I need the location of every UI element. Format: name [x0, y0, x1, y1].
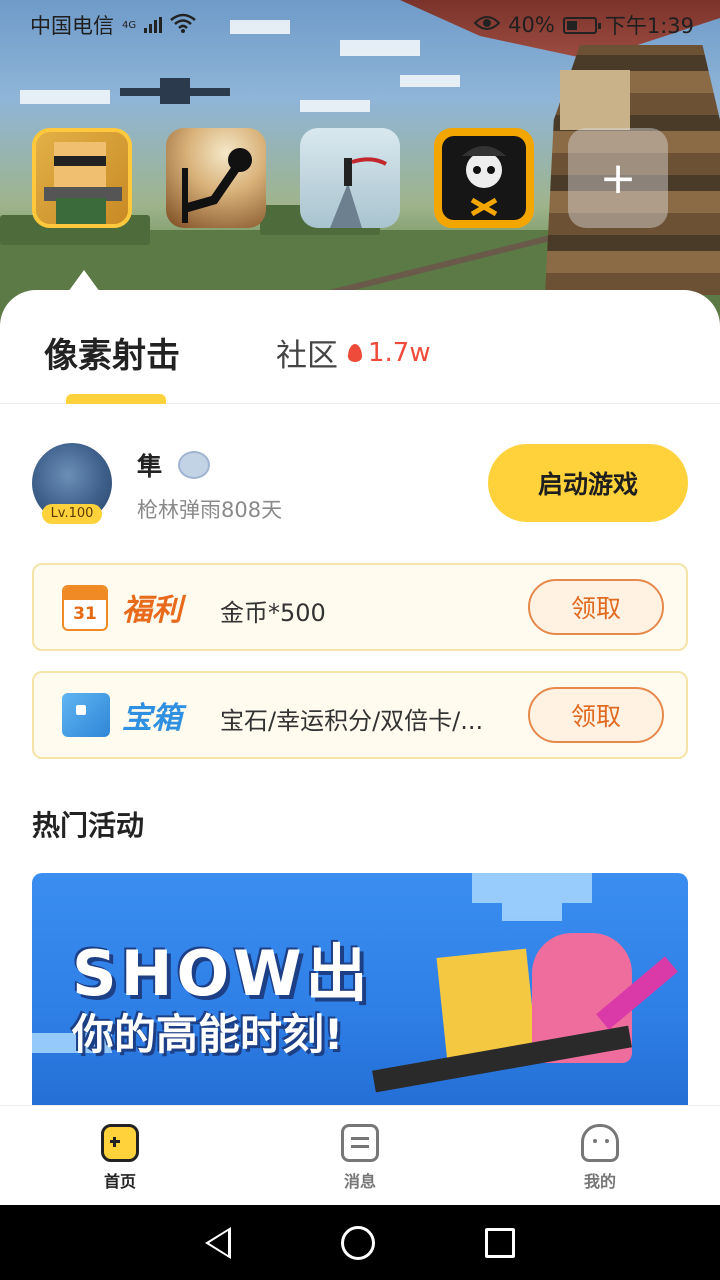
game-pixel-shooter-icon[interactable]	[32, 128, 132, 228]
system-navigation-bar	[0, 1205, 720, 1280]
ghost-icon	[581, 1124, 619, 1162]
launch-game-button[interactable]: 启动游戏	[488, 444, 688, 522]
welfare-row: 31 福利 金币*500 领取	[32, 563, 688, 651]
tab-game[interactable]: 像素射击	[44, 328, 180, 377]
gamepad-icon	[101, 1124, 139, 1162]
nav-profile[interactable]: 我的	[480, 1106, 720, 1205]
welfare-text: 金币*500	[220, 599, 326, 627]
flame-icon	[348, 343, 362, 362]
tab-community-label: 社区	[276, 338, 338, 374]
tab-active-indicator	[66, 394, 166, 404]
banner-title: SHOW出	[72, 937, 372, 1010]
plus-icon: +	[599, 152, 637, 204]
message-icon	[341, 1124, 379, 1162]
level-badge: Lv.100	[42, 504, 102, 524]
signal-icon	[144, 17, 163, 33]
activity-banner[interactable]: SHOW出 你的高能时刻!	[32, 873, 688, 1105]
nav-messages[interactable]: 消息	[240, 1106, 480, 1205]
banner-subtitle: 你的高能时刻!	[72, 1010, 344, 1059]
status-bar: 中国电信 4G 40% 下午1:39	[0, 0, 720, 50]
tab-bar: 像素射击 社区 1.7w	[0, 290, 720, 404]
calendar-icon: 31	[62, 585, 108, 631]
play-days: 枪林弹雨808天	[137, 498, 283, 522]
nav-home[interactable]: 首页	[0, 1106, 240, 1205]
clock: 下午1:39	[604, 14, 694, 38]
bottom-navigation: 首页 消息 我的	[0, 1105, 720, 1205]
recents-icon[interactable]	[485, 1227, 515, 1258]
selected-game-pointer	[68, 270, 100, 292]
game-ninja-icon[interactable]	[300, 128, 400, 228]
battery-percent: 40%	[508, 13, 555, 37]
game-skull-agent-icon[interactable]	[434, 128, 534, 228]
hot-count-value: 1.7w	[368, 337, 431, 368]
wifi-icon	[170, 13, 196, 38]
username: 隼	[137, 452, 163, 481]
claim-chest-button[interactable]: 领取	[528, 687, 664, 743]
carrier-label: 中国电信	[30, 14, 114, 38]
game-stickman-icon[interactable]	[166, 128, 266, 228]
airplane-graphic	[120, 78, 230, 104]
battery-icon	[562, 16, 601, 34]
username-row: 隼	[137, 447, 211, 483]
network-type: 4G	[122, 20, 137, 31]
chest-text: 宝石/幸运积分/双倍卡/...	[220, 707, 484, 735]
rank-badge-icon	[178, 451, 211, 479]
nav-home-label: 首页	[103, 1172, 136, 1191]
nav-messages-label: 消息	[343, 1172, 376, 1191]
welfare-tag: 福利	[122, 593, 182, 628]
chest-icon	[62, 693, 110, 737]
add-game-button[interactable]: +	[568, 128, 668, 228]
eye-icon	[473, 13, 501, 37]
nav-profile-label: 我的	[583, 1172, 616, 1191]
hot-activities-title: 热门活动	[32, 809, 145, 842]
claim-welfare-button[interactable]: 领取	[528, 579, 664, 635]
chest-row: 宝箱 宝石/幸运积分/双倍卡/... 领取	[32, 671, 688, 759]
game-switcher: +	[32, 128, 668, 228]
home-icon[interactable]	[341, 1225, 375, 1260]
hot-count: 1.7w	[348, 338, 431, 368]
tab-community[interactable]: 社区 1.7w	[276, 330, 431, 375]
back-icon[interactable]	[205, 1226, 231, 1259]
chest-tag: 宝箱	[122, 701, 182, 736]
